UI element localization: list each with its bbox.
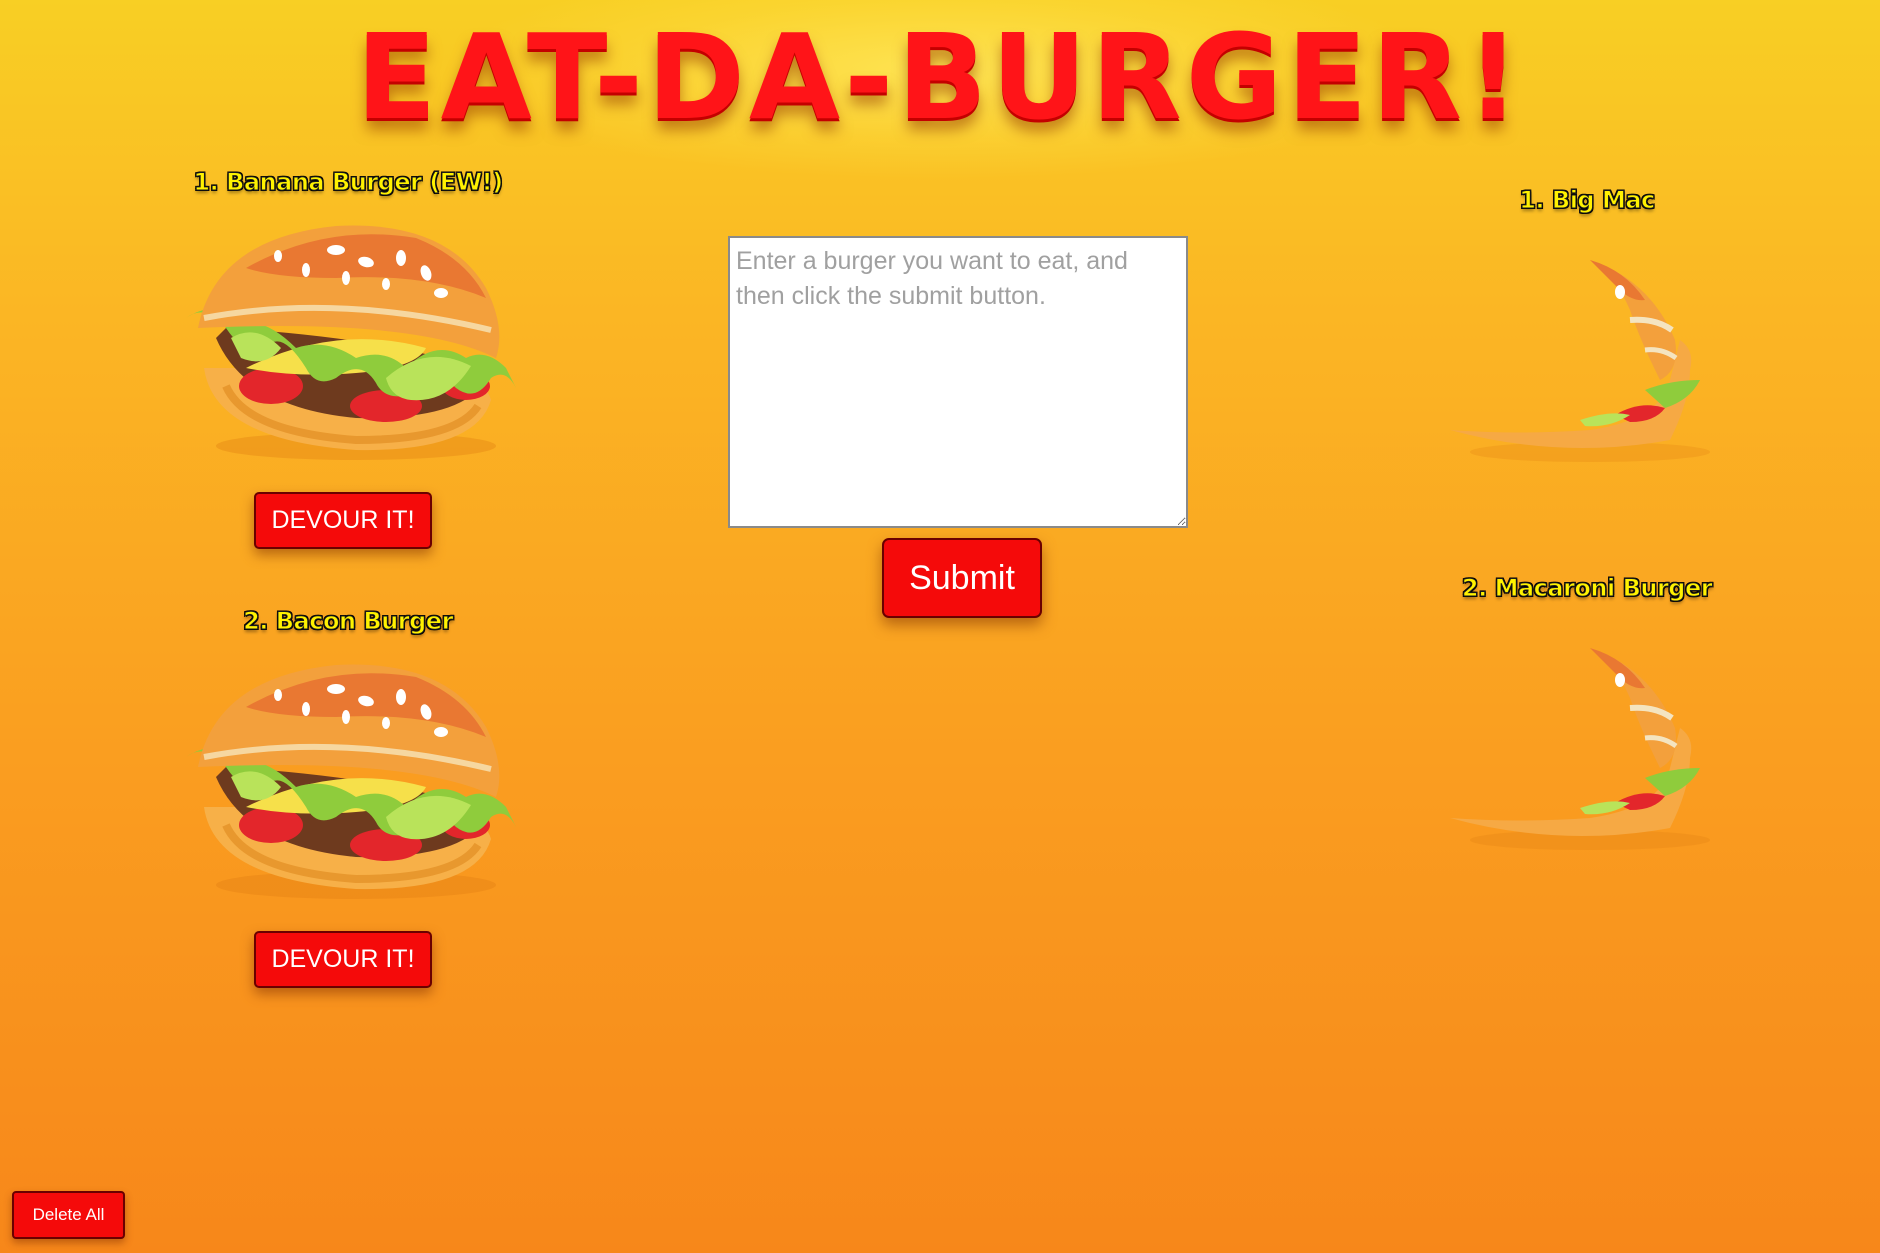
devour-button[interactable]: DEVOUR IT! [254, 492, 432, 549]
burger-label: 1. Banana Burger (EW!) [193, 168, 504, 197]
submit-button[interactable]: Submit [882, 538, 1042, 618]
eaten-burger-icon [1440, 230, 1780, 480]
burger-name-input[interactable] [728, 236, 1188, 528]
devour-button[interactable]: DEVOUR IT! [254, 931, 432, 988]
burger-label: 2. Bacon Burger [243, 607, 454, 636]
burger-icon [186, 218, 526, 468]
delete-all-button[interactable]: Delete All [12, 1191, 125, 1239]
burger-icon [186, 657, 526, 907]
eaten-burger-icon [1440, 618, 1780, 868]
devoured-burger-label: 2. Macaroni Burger [1461, 574, 1713, 603]
page-title: EAT-DA-BURGER! [356, 8, 1524, 146]
devoured-burger-label: 1. Big Mac [1519, 186, 1656, 215]
